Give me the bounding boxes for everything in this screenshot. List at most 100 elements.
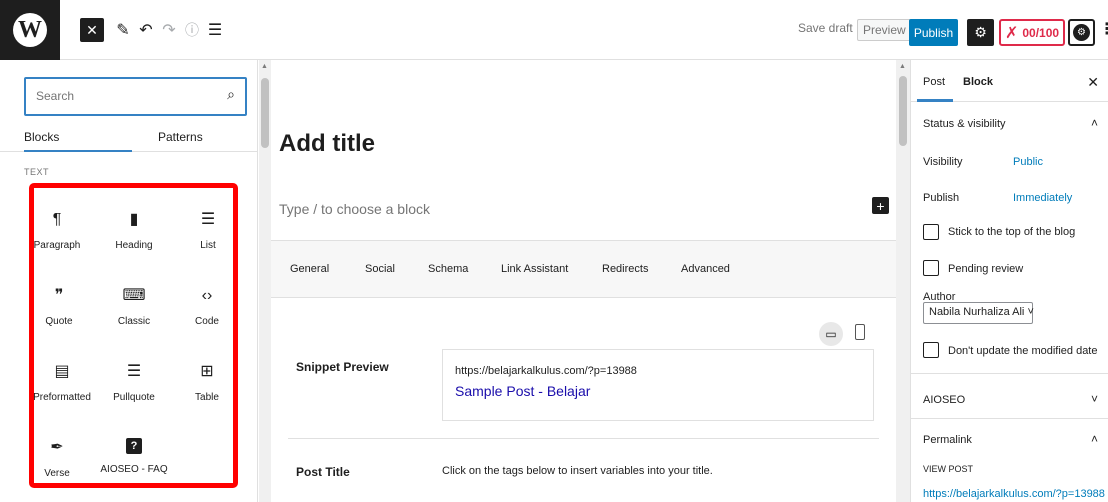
tab-post[interactable]: Post xyxy=(923,76,945,88)
author-select[interactable]: Nabila Nurhaliza Ali ˅ xyxy=(923,302,1034,324)
seo-tab-advanced[interactable]: Advanced xyxy=(681,263,730,275)
keyboard-icon: ⌨ xyxy=(122,287,146,304)
post-title-label: Post Title xyxy=(296,465,350,479)
block-label: Quote xyxy=(45,316,73,327)
block-pullquote[interactable]: ☰ Pullquote xyxy=(101,340,167,416)
inserter-tabs: Blocks Patterns xyxy=(0,122,258,152)
heading-icon: ▮ xyxy=(129,211,139,228)
visibility-value[interactable]: Public xyxy=(1013,156,1043,168)
block-list[interactable]: ☰ List xyxy=(175,188,241,264)
wordpress-logo-button[interactable]: W xyxy=(0,0,60,60)
seo-tab-link-assistant[interactable]: Link Assistant xyxy=(501,263,568,275)
pencil-tools-button[interactable]: ✎ xyxy=(111,18,135,42)
post-title-help: Click on the tags below to insert variab… xyxy=(442,465,713,477)
desktop-preview-icon[interactable]: ▭ xyxy=(819,322,843,346)
highlighted-blocks-grid: ¶ Paragraph ▮ Heading ☰ List ❞ Quote ⌨ C… xyxy=(29,183,238,488)
block-code[interactable]: ‹› Code xyxy=(174,264,240,340)
editor-header: W ✕ ✎ ↶ ↷ ⓘ ☰ Save draft Preview Publish… xyxy=(0,0,1108,60)
add-block-button[interactable]: + xyxy=(872,197,889,214)
search-field[interactable]: ⌕ xyxy=(24,77,247,116)
chevron-down-icon[interactable]: ˅ xyxy=(1091,392,1098,406)
block-label: Code xyxy=(195,316,219,327)
permalink-section-title[interactable]: Permalink xyxy=(923,434,972,446)
snippet-preview-label: Snippet Preview xyxy=(296,360,389,374)
aioseo-button[interactable]: ⚙ xyxy=(1068,19,1095,46)
block-paragraph[interactable]: ¶ Paragraph xyxy=(24,188,90,264)
pending-review-checkbox[interactable] xyxy=(923,260,939,276)
close-inserter-button[interactable]: ✕ xyxy=(80,18,104,42)
seo-general-content: ▭ Snippet Preview https://belajarkalkulu… xyxy=(271,298,896,502)
score-value: 00/100 xyxy=(1022,25,1060,40)
view-post-label: VIEW POST xyxy=(923,464,974,474)
close-icon[interactable]: ✕ xyxy=(1087,74,1099,91)
scroll-up-icon[interactable]: ▲ xyxy=(899,63,906,70)
post-title-input[interactable]: Add title xyxy=(279,130,375,158)
block-table[interactable]: ⊞ Table xyxy=(174,340,240,416)
editor-scrollbar[interactable]: ▲ xyxy=(896,60,910,502)
info-icon[interactable]: ⓘ xyxy=(180,18,204,42)
block-label: Classic xyxy=(117,316,151,327)
scrollbar-thumb[interactable] xyxy=(261,78,269,148)
block-label: Table xyxy=(195,392,219,403)
stick-to-top-label: Stick to the top of the blog xyxy=(948,226,1076,238)
block-aioseo-faq[interactable]: ? AIOSEO - FAQ xyxy=(100,416,168,492)
gear-icon: ⚙ xyxy=(974,24,987,40)
seo-tab-redirects[interactable]: Redirects xyxy=(602,263,648,275)
active-tab-indicator xyxy=(917,99,953,102)
scrollbar-thumb[interactable] xyxy=(899,76,907,146)
publish-label: Publish xyxy=(923,192,960,204)
plus-icon: + xyxy=(876,197,885,214)
snippet-preview-box: https://belajarkalkulus.com/?p=13988 Sam… xyxy=(442,349,874,421)
seo-tab-social[interactable]: Social xyxy=(365,263,395,275)
snippet-title: Sample Post - Belajar xyxy=(455,383,591,399)
tab-patterns[interactable]: Patterns xyxy=(158,130,203,144)
search-icon[interactable]: ⌕ xyxy=(227,86,235,103)
block-appender[interactable]: Type / to choose a block xyxy=(279,201,430,217)
preview-button[interactable]: Preview xyxy=(857,19,912,41)
redo-icon[interactable]: ↷ xyxy=(157,18,181,42)
tab-block[interactable]: Block xyxy=(963,76,993,88)
block-quote[interactable]: ❞ Quote xyxy=(26,264,92,340)
dont-update-date-checkbox[interactable] xyxy=(923,342,939,358)
undo-icon[interactable]: ↶ xyxy=(134,18,158,42)
tab-blocks[interactable]: Blocks xyxy=(24,130,59,144)
block-classic[interactable]: ⌨ Classic xyxy=(101,264,167,340)
sidebar-tabs: Post Block ✕ xyxy=(911,60,1108,102)
permalink-url[interactable]: https://belajarkalkulus.com/?p=13988 xyxy=(923,488,1105,500)
chevron-up-icon[interactable]: ˄ xyxy=(1091,432,1098,446)
block-label: Paragraph xyxy=(33,240,81,251)
block-verse[interactable]: ✒ Verse xyxy=(24,416,90,492)
active-tab-indicator xyxy=(24,150,132,152)
divider xyxy=(911,418,1108,419)
paragraph-icon: ¶ xyxy=(52,211,62,228)
list-view-icon[interactable]: ☰ xyxy=(203,18,227,42)
scroll-up-icon[interactable]: ▲ xyxy=(261,63,268,70)
block-preformatted[interactable]: ▤ Preformatted xyxy=(29,340,95,416)
snippet-url: https://belajarkalkulus.com/?p=13988 xyxy=(455,365,637,377)
save-draft-button[interactable]: Save draft xyxy=(798,21,853,35)
search-input[interactable] xyxy=(36,89,206,103)
aioseo-settings-panel: General Social Schema Link Assistant Red… xyxy=(271,240,896,502)
chevron-up-icon[interactable]: ˄ xyxy=(1091,116,1098,130)
aioseo-section-title[interactable]: AIOSEO xyxy=(923,394,965,406)
divider xyxy=(911,373,1108,374)
publish-button[interactable]: Publish xyxy=(909,19,958,46)
list-icon: ☰ xyxy=(200,211,216,228)
stick-to-top-checkbox[interactable] xyxy=(923,224,939,240)
block-label: Pullquote xyxy=(113,392,155,403)
more-options-icon[interactable]: ⋮ xyxy=(1099,19,1108,39)
divider xyxy=(288,438,879,439)
aioseo-icon: ⚙ xyxy=(1073,24,1090,41)
settings-gear-button[interactable]: ⚙ xyxy=(967,19,994,46)
inserter-scrollbar[interactable]: ▲ xyxy=(259,60,271,502)
pullquote-icon: ☰ xyxy=(126,363,142,380)
block-heading[interactable]: ▮ Heading xyxy=(101,188,167,264)
seo-tab-schema[interactable]: Schema xyxy=(428,263,468,275)
seo-tab-general[interactable]: General xyxy=(290,263,329,275)
block-label: List xyxy=(200,240,216,251)
publish-value[interactable]: Immediately xyxy=(1013,192,1072,204)
status-visibility-title[interactable]: Status & visibility xyxy=(923,118,1006,130)
seo-score-button[interactable]: ✗ 00/100 xyxy=(999,19,1065,46)
block-label: Heading xyxy=(115,240,153,251)
mobile-preview-icon[interactable] xyxy=(855,324,865,340)
